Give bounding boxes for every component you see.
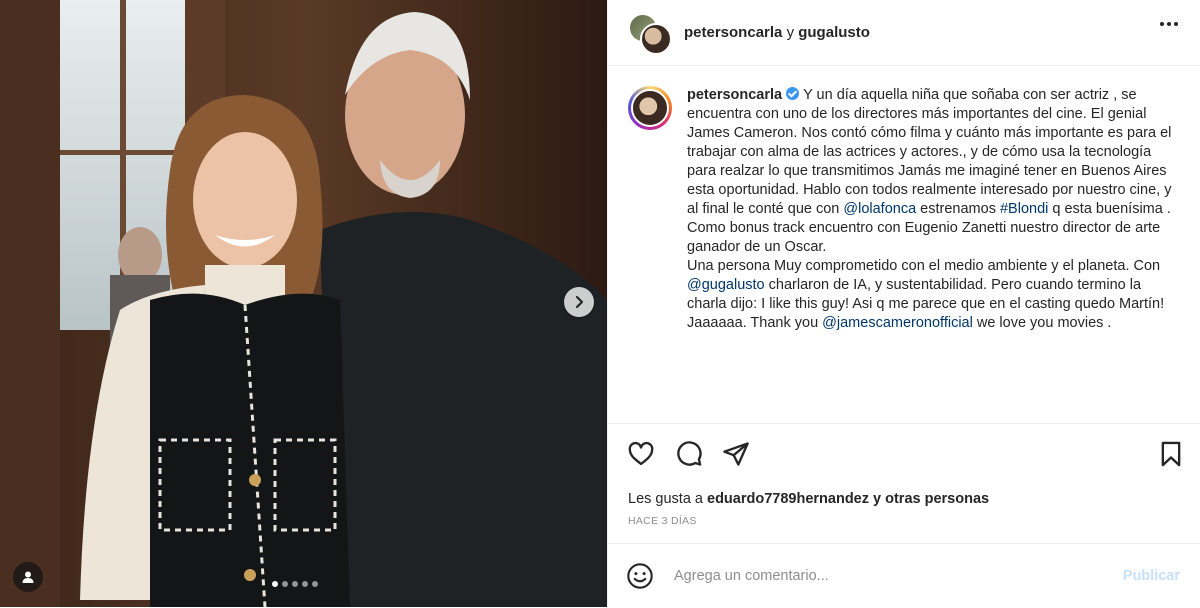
author-username-link[interactable]: petersoncarla — [684, 24, 782, 41]
avatar — [631, 89, 669, 127]
carousel-dot — [292, 581, 298, 587]
post-header: petersoncarla y gugalusto — [608, 0, 1200, 66]
coauthor-username-link[interactable]: gugalusto — [798, 24, 870, 41]
instagram-post: petersoncarla y gugalusto petersoncarla Y… — [0, 0, 1200, 607]
mention-link[interactable]: @gugalusto — [687, 277, 765, 293]
mention-link[interactable]: @lolafonca — [843, 201, 916, 217]
caption-username[interactable]: petersoncarla — [687, 87, 782, 103]
user-tag-icon — [22, 571, 34, 583]
carousel-dot — [272, 581, 278, 587]
likes-prefix: Les gusta a — [628, 491, 703, 507]
likes-summary: Les gusta a eduardo7789hernandez y otras… — [628, 491, 989, 507]
carousel-indicator — [272, 581, 318, 587]
more-icon[interactable] — [1160, 22, 1178, 26]
caption-section: petersoncarla Y un día aquella niña que s… — [608, 66, 1200, 424]
avatar — [640, 22, 672, 55]
tagged-users-button[interactable] — [13, 562, 43, 592]
bookmark-icon[interactable] — [1157, 440, 1185, 468]
verified-badge-icon — [786, 87, 800, 100]
carousel-dot — [312, 581, 318, 587]
post-authors: petersoncarla y gugalusto — [684, 24, 870, 41]
post-details-panel: petersoncarla y gugalusto petersoncarla Y… — [607, 0, 1200, 607]
chevron-right-icon — [575, 295, 584, 309]
publish-button[interactable]: Publicar — [1123, 568, 1180, 584]
emoji-icon[interactable] — [626, 562, 654, 590]
post-photo[interactable] — [0, 0, 607, 607]
likes-others-link[interactable]: y otras personas — [873, 491, 989, 507]
comment-icon[interactable] — [675, 440, 703, 468]
collab-avatars[interactable] — [628, 12, 672, 55]
caption-text: petersoncarla Y un día aquella niña que s… — [687, 86, 1182, 423]
caption-text-part: estrenamos — [916, 201, 1000, 217]
comment-composer: Publicar — [608, 543, 1200, 608]
mention-link[interactable]: @jamescameronofficial — [822, 315, 973, 331]
authors-joiner: y — [786, 24, 795, 41]
caption-avatar[interactable] — [628, 86, 672, 130]
carousel-dot — [282, 581, 288, 587]
heart-icon[interactable] — [627, 440, 655, 468]
post-timestamp[interactable]: HACE 3 DÍAS — [628, 515, 697, 527]
photo-image — [0, 0, 607, 607]
next-photo-button[interactable] — [564, 287, 594, 317]
carousel-dot — [302, 581, 308, 587]
caption-text-part: we love you movies . — [972, 315, 1112, 331]
hashtag-link[interactable]: #Blondi — [1000, 201, 1048, 217]
comment-input[interactable] — [672, 567, 1096, 585]
caption-text-part: Y un día aquella niña que soñaba con ser… — [687, 87, 1176, 217]
share-icon[interactable] — [722, 440, 750, 468]
action-bar — [608, 424, 1200, 484]
liker-username-link[interactable]: eduardo7789hernandez — [707, 491, 869, 507]
